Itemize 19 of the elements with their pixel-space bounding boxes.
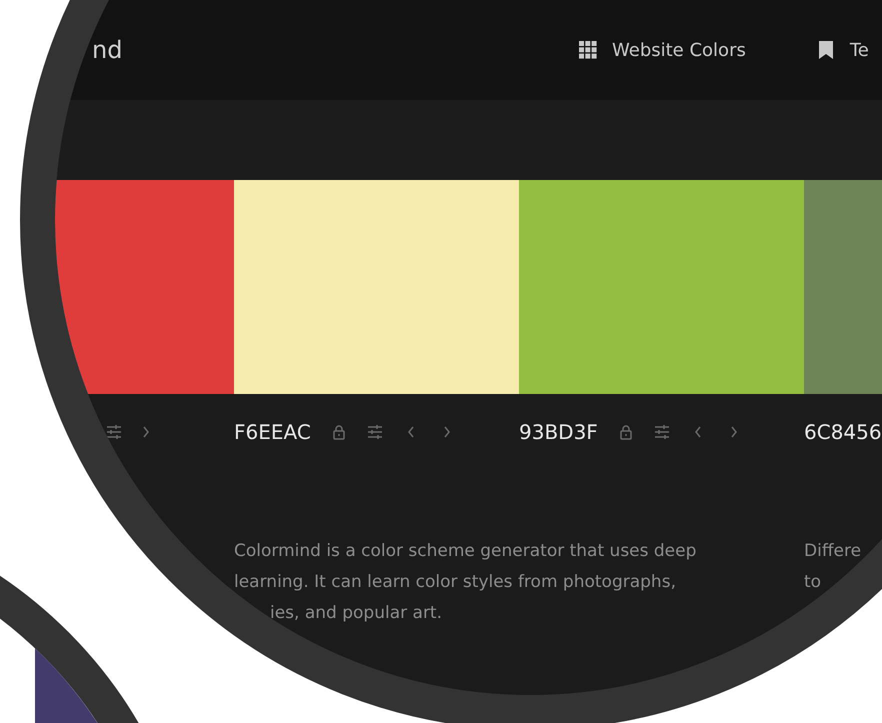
sliders-icon[interactable]	[366, 424, 383, 440]
description-text: to	[804, 571, 822, 594]
description-text: Differe	[804, 540, 862, 563]
hex-code: 93BD3F	[519, 420, 598, 444]
hex-code: 6C8456	[804, 420, 882, 444]
description-text: ies, and popular art.	[270, 602, 444, 625]
color-swatch[interactable]	[519, 180, 804, 394]
sliders-icon[interactable]	[654, 424, 670, 440]
color-swatch[interactable]	[234, 180, 519, 394]
lock-icon[interactable]	[618, 424, 634, 440]
lock-icon[interactable]	[330, 424, 347, 440]
hex-code: F6EEAC	[234, 420, 311, 444]
logo-text[interactable]: nd	[92, 36, 122, 64]
sliders-icon[interactable]	[106, 424, 122, 440]
grid-icon	[578, 40, 598, 60]
nav-link[interactable]: Website Colors	[612, 40, 746, 60]
nav-link[interactable]: Te	[850, 40, 869, 60]
description-text: Colormind is a color scheme generator that uses deep	[234, 540, 698, 563]
description-text: learning. It can learn color styles from photographs,	[234, 571, 677, 594]
